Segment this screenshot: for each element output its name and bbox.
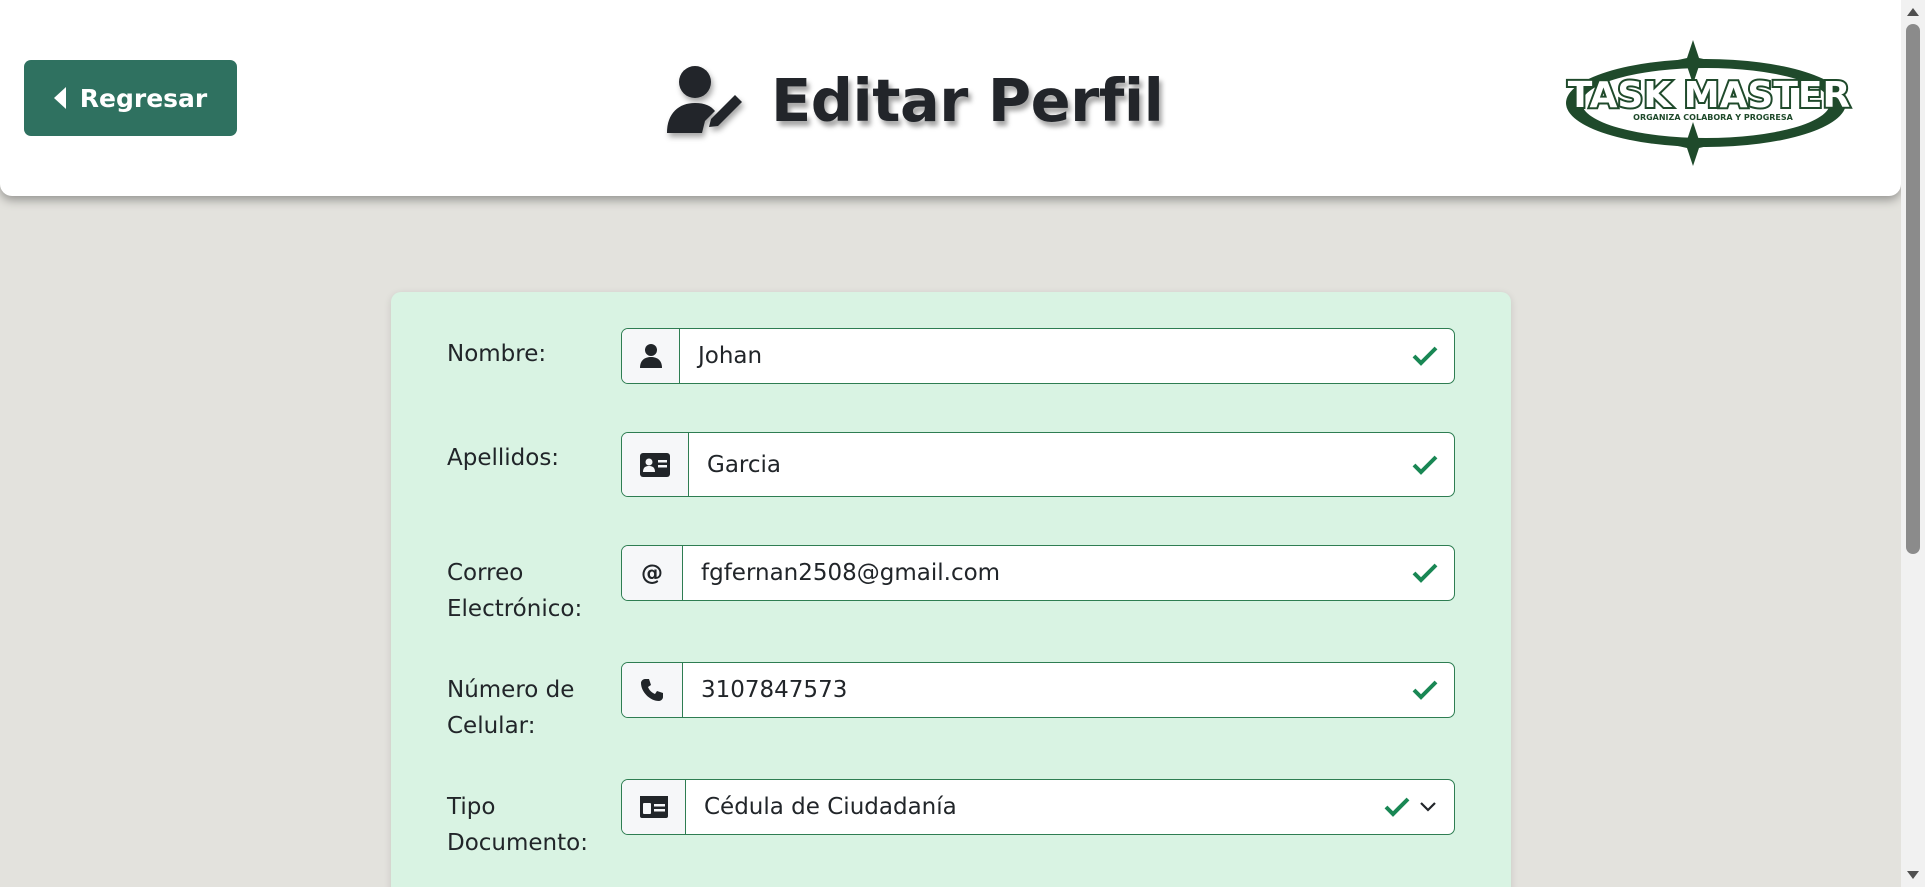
correo-input[interactable]: fgfernan2508@gmail.com	[683, 546, 1412, 600]
celular-input[interactable]: 3107847573	[683, 663, 1412, 717]
scroll-up-arrow-icon[interactable]	[1907, 8, 1919, 16]
apellidos-addon	[622, 433, 689, 496]
scrollbar[interactable]	[1901, 0, 1925, 887]
at-icon: @	[641, 560, 663, 586]
id-card-icon	[640, 452, 670, 477]
header: Regresar Editar Perfil TASK MASTER ORGAN…	[0, 0, 1901, 196]
celular-field[interactable]: 3107847573	[621, 662, 1455, 718]
nombre-label: Nombre:	[447, 341, 547, 367]
correo-field[interactable]: @ fgfernan2508@gmail.com	[621, 545, 1455, 601]
celular-label: Número de Celular:	[447, 677, 575, 739]
page-title: Editar Perfil	[771, 65, 1164, 135]
logo-tagline: ORGANIZA COLABORA Y PROGRESA	[1633, 113, 1794, 122]
logo-text: TASK MASTER	[1568, 75, 1850, 116]
celular-valid-check-icon	[1412, 663, 1454, 717]
task-master-logo: TASK MASTER ORGANIZA COLABORA Y PROGRESA	[1566, 40, 1852, 166]
apellidos-input[interactable]: Garcia	[689, 433, 1412, 496]
scroll-thumb[interactable]	[1906, 24, 1920, 554]
correo-valid-check-icon	[1412, 546, 1454, 600]
tipo-documento-addon	[622, 780, 686, 834]
phone-icon	[641, 679, 663, 701]
nombre-valid-check-icon	[1412, 329, 1454, 383]
title-group: Editar Perfil	[665, 60, 1164, 140]
apellidos-label: Apellidos:	[447, 445, 560, 471]
page: Regresar Editar Perfil TASK MASTER ORGAN…	[0, 0, 1925, 887]
id-card-icon	[639, 796, 668, 818]
tipo-documento-label: Tipo Documento:	[447, 794, 588, 856]
apellidos-field[interactable]: Garcia	[621, 432, 1455, 497]
nombre-input[interactable]: Johan	[680, 329, 1412, 383]
user-edit-icon	[667, 66, 742, 133]
tipo-documento-value[interactable]: Cédula de Ciudadanía	[686, 780, 1384, 834]
profile-form-card: Nombre: Johan Apellidos: Garcia Correo E…	[391, 292, 1511, 887]
correo-label: Correo Electrónico:	[447, 560, 583, 622]
back-button-label: Regresar	[79, 83, 208, 113]
correo-addon: @	[622, 546, 683, 600]
scroll-down-arrow-icon[interactable]	[1907, 871, 1919, 879]
tipo-documento-select[interactable]: Cédula de Ciudadanía	[621, 779, 1455, 835]
nombre-addon	[622, 329, 680, 383]
tipo-documento-valid-check-icon	[1384, 780, 1410, 834]
celular-addon	[622, 663, 683, 717]
chevron-down-icon[interactable]	[1410, 780, 1454, 834]
user-icon	[639, 344, 662, 368]
nombre-field[interactable]: Johan	[621, 328, 1455, 384]
caret-left-icon	[53, 87, 66, 109]
apellidos-valid-check-icon	[1412, 433, 1454, 496]
back-button[interactable]: Regresar	[24, 60, 237, 136]
